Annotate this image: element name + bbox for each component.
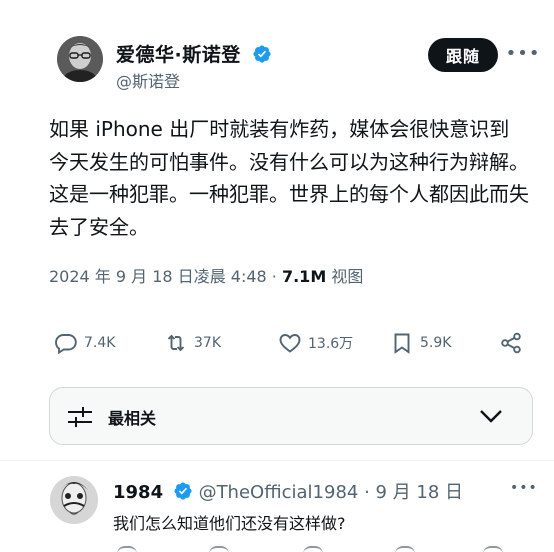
author-handle[interactable]: @斯诺登 xyxy=(116,68,180,92)
reply-retweet-icon[interactable] xyxy=(209,546,229,552)
tweet-text: 如果 iPhone 出厂时就装有炸药，媒体会很快意识到今天发生的可怕事件。没有什… xyxy=(49,117,529,239)
share-button[interactable] xyxy=(499,326,529,360)
views-label: 视图 xyxy=(326,267,364,286)
follow-button[interactable]: 跟随 xyxy=(428,38,498,72)
tweet-header: 爱德华·斯诺登 @斯诺登 跟随 ••• xyxy=(0,30,554,100)
retweet-button[interactable]: 37K xyxy=(164,326,221,360)
reply-text: 我们怎么知道他们还没有这样做? xyxy=(113,514,346,533)
views-count: 7.1M xyxy=(281,267,327,286)
bookmark-icon xyxy=(394,333,410,354)
reply-avatar[interactable] xyxy=(50,476,98,524)
chevron-down-icon xyxy=(480,410,502,423)
reply-views-icon[interactable] xyxy=(395,546,415,552)
bookmark-count: 5.9K xyxy=(420,335,452,351)
author-avatar[interactable] xyxy=(57,36,103,82)
reply-more-icon[interactable]: ••• xyxy=(510,480,538,496)
reply-bookmark-icon[interactable] xyxy=(483,546,503,552)
reply-handle-date[interactable]: @TheOfficial1984 · 9 月 18 日 xyxy=(193,482,463,503)
divider xyxy=(0,460,554,461)
like-button[interactable]: 13.6万 xyxy=(278,326,353,360)
tweet-actions: 7.4K 37K 13.6万 5.9K xyxy=(0,326,554,360)
like-count: 13.6万 xyxy=(308,336,354,352)
share-icon xyxy=(501,332,521,354)
sort-label: 最相关 xyxy=(108,409,157,428)
reply-like-icon[interactable] xyxy=(303,546,323,552)
author-display-name[interactable]: 爱德华·斯诺登 xyxy=(116,40,272,67)
retweet-icon xyxy=(167,334,185,352)
tweet-timestamp[interactable]: 2024 年 9 月 18 日凌晨 4:48 · xyxy=(49,267,282,286)
reply-header: 1984 @TheOfficial1984 · 9 月 18 日 xyxy=(113,478,463,504)
tweet-meta: 2024 年 9 月 18 日凌晨 4:48 · 7.1M 视图 xyxy=(49,263,363,287)
more-options-icon[interactable]: ••• xyxy=(506,40,540,66)
reply-sort-dropdown[interactable]: 最相关 xyxy=(49,387,533,445)
reply-item[interactable]: 1984 @TheOfficial1984 · 9 月 18 日 ••• 我们怎… xyxy=(0,468,554,552)
heart-icon xyxy=(279,334,301,353)
sliders-icon xyxy=(68,407,92,427)
author-portrait-icon xyxy=(57,36,103,82)
verified-badge-icon xyxy=(253,45,271,63)
retweet-count: 37K xyxy=(194,335,221,351)
reply-icon xyxy=(55,334,77,355)
author-name-text: 爱德华·斯诺登 xyxy=(116,44,241,66)
verified-badge-icon xyxy=(174,482,192,500)
reply-count: 7.4K xyxy=(84,335,116,351)
reply-actions-partial xyxy=(113,546,533,552)
reply-portrait-icon xyxy=(50,476,98,524)
reply-button[interactable]: 7.4K xyxy=(54,326,115,360)
bookmark-button[interactable]: 5.9K xyxy=(390,326,451,360)
reply-reply-icon[interactable] xyxy=(117,546,137,552)
reply-author-name[interactable]: 1984 xyxy=(113,482,163,503)
